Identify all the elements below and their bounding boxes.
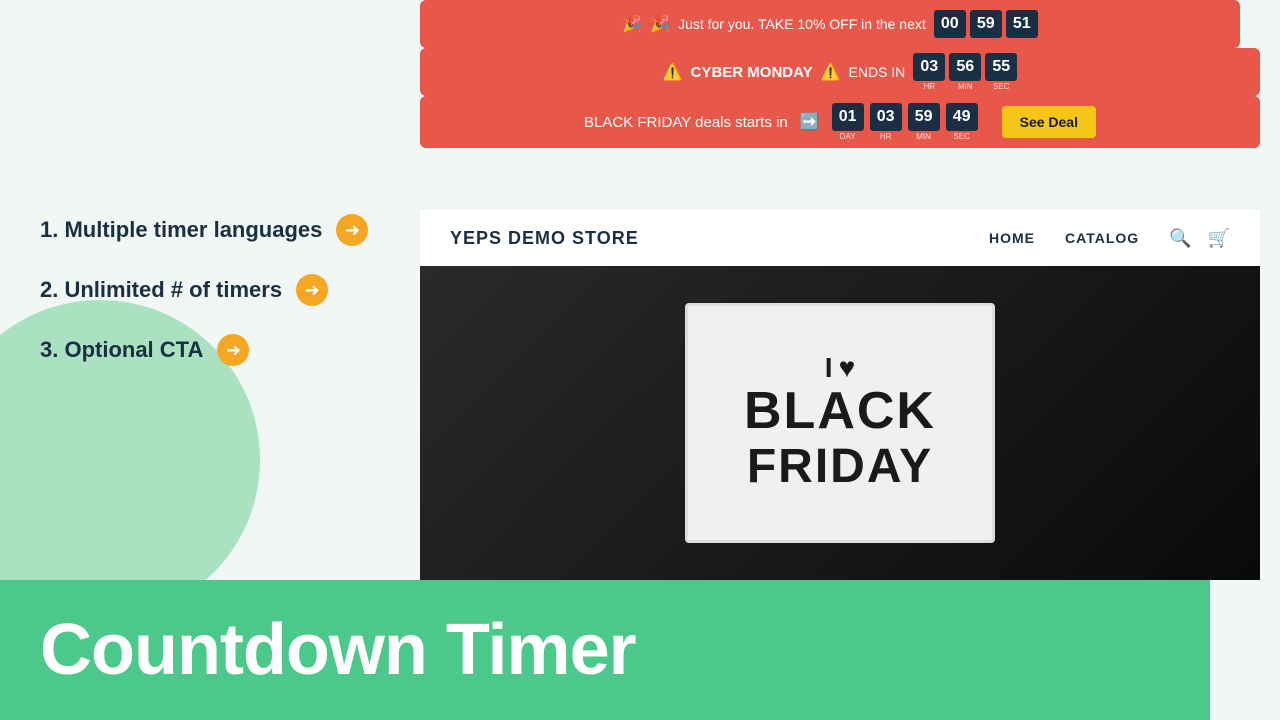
timer-bar-1-minutes: 59	[970, 10, 1002, 38]
timer-bar-3-day-value: 01	[832, 103, 864, 131]
timer-bar-2-sec-label: SEC	[993, 82, 1009, 91]
feature-3-arrow-icon[interactable]: ➜	[217, 334, 249, 366]
cart-icon[interactable]: 🛒	[1208, 228, 1230, 249]
timer-bar-2-hr: 03 HR	[913, 53, 945, 91]
lightbox-line1: I ♥	[825, 353, 855, 384]
feature-item-2: 2. Unlimited # of timers ➜	[40, 274, 385, 306]
timer-bar-3-digits: 01 DAY 03 HR 59 MIN 49 SEC	[832, 103, 978, 141]
timer-bar-1-hours: 00	[934, 10, 966, 38]
timer-bar-3-sec-label: SEC	[953, 132, 969, 141]
see-deal-button[interactable]: See Deal	[1002, 106, 1096, 138]
timer-bar-1-minutes-value: 59	[970, 10, 1002, 38]
feature-3-text: 3. Optional CTA	[40, 337, 203, 363]
nav-catalog[interactable]: CATALOG	[1065, 230, 1139, 246]
store-nav: YEPS DEMO STORE HOME CATALOG 🔍 🛒	[420, 210, 1260, 266]
nav-home[interactable]: HOME	[989, 230, 1035, 246]
hero-area: I ♥ BLACK FRIDAY	[420, 266, 1260, 580]
timer-bar-3-min-label: MIN	[916, 132, 931, 141]
timer-bar-2-text: CYBER MONDAY	[691, 64, 813, 81]
feature-2-text: 2. Unlimited # of timers	[40, 277, 282, 303]
nav-icons: 🔍 🛒	[1169, 228, 1230, 249]
timer-bar-2-sec: 55 SEC	[985, 53, 1017, 91]
timer-bar-3: BLACK FRIDAY deals starts in ➡️ 01 DAY 0…	[420, 96, 1260, 148]
search-icon[interactable]: 🔍	[1169, 228, 1191, 249]
timer-bar-3-day: 01 DAY	[832, 103, 864, 141]
lightbox-i-text: I	[825, 353, 833, 384]
timer-bar-2-min-value: 56	[949, 53, 981, 81]
store-mockup: YEPS DEMO STORE HOME CATALOG 🔍 🛒 I ♥ BLA…	[420, 210, 1260, 580]
store-logo: YEPS DEMO STORE	[450, 228, 639, 249]
lightbox-sign: I ♥ BLACK FRIDAY	[685, 303, 995, 543]
timer-bar-3-min-value: 59	[908, 103, 940, 131]
lightbox-line3: FRIDAY	[747, 441, 933, 494]
left-panel: 1. Multiple timer languages ➜ 2. Unlimit…	[0, 0, 415, 580]
timer-bar-2-hr-label: HR	[924, 82, 936, 91]
timer-bar-2-hr-value: 03	[913, 53, 945, 81]
timer-bar-1-digits: 00 59 51	[934, 10, 1038, 38]
heart-icon: ♥	[839, 353, 856, 384]
timer-bar-3-text: BLACK FRIDAY deals starts in	[584, 114, 788, 131]
timer-bar-3-sec-value: 49	[946, 103, 978, 131]
feature-item-1: 1. Multiple timer languages ➜	[40, 214, 385, 246]
timer-bar-2-warning-right: ⚠️	[821, 62, 841, 82]
bottom-bar-title: Countdown Timer	[40, 609, 636, 691]
timer-bar-1-text: Just for you. TAKE 10% OFF in the next	[678, 16, 926, 32]
timer-bar-2-digits: 03 HR 56 MIN 55 SEC	[913, 53, 1017, 91]
timer-bar-1-hours-value: 00	[934, 10, 966, 38]
bottom-bar: Countdown Timer	[0, 580, 1210, 720]
timer-bar-2: ⚠️ CYBER MONDAY ⚠️ ENDS IN 03 HR 56 MIN …	[420, 48, 1260, 96]
timer-bar-1-emoji-right: 🎉	[650, 14, 670, 34]
timer-bar-1: 🎉 🎉 Just for you. TAKE 10% OFF in the ne…	[420, 0, 1240, 48]
timer-bar-2-min: 56 MIN	[949, 53, 981, 91]
feature-2-arrow-icon[interactable]: ➜	[296, 274, 328, 306]
timer-bar-2-min-label: MIN	[958, 82, 973, 91]
demo-area: 🎉 🎉 Just for you. TAKE 10% OFF in the ne…	[420, 0, 1280, 580]
lightbox-line2: BLACK	[744, 383, 936, 440]
timer-bar-3-day-label: DAY	[840, 132, 856, 141]
timer-bar-3-hr-value: 03	[870, 103, 902, 131]
timer-bar-3-hr-label: HR	[880, 132, 892, 141]
timer-bar-2-warning-left: ⚠️	[663, 62, 683, 82]
feature-1-text: 1. Multiple timer languages	[40, 217, 322, 243]
timer-bar-2-ends-in: ENDS IN	[849, 64, 906, 80]
timer-bar-3-min: 59 MIN	[908, 103, 940, 141]
timer-bar-1-seconds: 51	[1006, 10, 1038, 38]
timer-bar-3-hr: 03 HR	[870, 103, 902, 141]
timer-bar-3-arrow: ➡️	[800, 112, 820, 132]
feature-item-3: 3. Optional CTA ➜	[40, 334, 385, 366]
store-nav-links: HOME CATALOG 🔍 🛒	[989, 228, 1230, 249]
timer-bar-1-emoji-left: 🎉	[622, 14, 642, 34]
timer-bar-1-seconds-value: 51	[1006, 10, 1038, 38]
feature-1-arrow-icon[interactable]: ➜	[336, 214, 368, 246]
timer-bar-3-sec: 49 SEC	[946, 103, 978, 141]
timer-bar-2-sec-value: 55	[985, 53, 1017, 81]
